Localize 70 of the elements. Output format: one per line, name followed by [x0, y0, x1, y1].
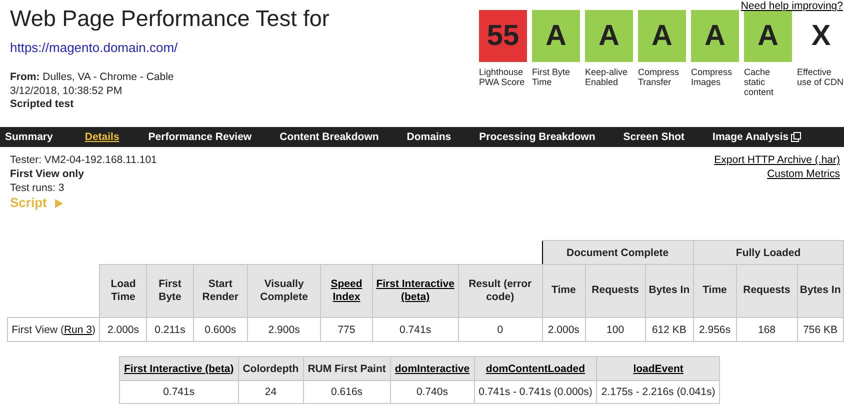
- runs-text: Test runs: 3: [10, 181, 66, 195]
- table-cell: 2.175s - 2.216s (0.041s): [596, 380, 720, 404]
- grade-badge: A: [691, 10, 739, 62]
- nav-tab[interactable]: Screen Shot: [623, 131, 685, 143]
- grade-label: Compress Images: [691, 67, 734, 87]
- row-label: First View (Run 3): [8, 318, 100, 342]
- grade-label: Lighthouse PWA Score: [479, 67, 526, 87]
- page-title: Web Page Performance Test for: [10, 5, 330, 33]
- grade-label: Effective use of CDN: [797, 67, 844, 87]
- grade-label: Cache static content: [744, 67, 775, 97]
- group-header: Document Complete: [542, 240, 694, 264]
- table-cell: 2.956s: [693, 318, 736, 342]
- table-cell: 24: [238, 380, 304, 404]
- test-date: 3/12/2018, 10:38:52 PM: [10, 84, 124, 98]
- nav-tab[interactable]: Summary: [5, 131, 53, 143]
- table-cell: 0.741s - 0.741s (0.000s): [474, 380, 597, 404]
- nav-tab[interactable]: Processing Breakdown: [479, 131, 596, 143]
- table-cell: 756 KB: [797, 318, 844, 342]
- table-cell: 0: [458, 318, 542, 342]
- grade-badge: 55: [479, 10, 527, 62]
- column-header: Requests: [736, 264, 798, 318]
- table-cell: 0.741s: [120, 380, 238, 404]
- grade-badge: A: [744, 10, 792, 62]
- column-header: Colordepth: [238, 356, 304, 380]
- table-cell: 0.741s: [372, 318, 458, 342]
- table-cell: 2.000s: [542, 318, 586, 342]
- column-header: Load Time: [100, 264, 147, 318]
- nav-tab[interactable]: Image Analysis: [712, 131, 801, 143]
- grade-label: Compress Transfer: [638, 67, 680, 87]
- nav-tab[interactable]: Content Breakdown: [280, 131, 379, 143]
- column-header: First Byte: [146, 264, 194, 318]
- table-cell: 0.740s: [390, 380, 474, 404]
- tester-text: Tester: VM2-04-192.168.11.101: [10, 153, 157, 167]
- table-cell: 0.211s: [146, 318, 194, 342]
- custom-metrics-link[interactable]: Custom Metrics: [767, 167, 840, 181]
- caret-icon: [54, 198, 63, 208]
- grade-label: First Byte Time: [532, 67, 572, 87]
- export-har-link[interactable]: Export HTTP Archive (.har): [714, 153, 840, 167]
- column-header: Start Render: [193, 264, 248, 318]
- column-header: Visually Complete: [248, 264, 320, 318]
- help-link[interactable]: Need help improving?: [740, 0, 843, 12]
- test-type: Scripted test: [10, 98, 75, 112]
- nav-tab[interactable]: Performance Review: [148, 131, 252, 143]
- url-link[interactable]: https://magento.domain.com/: [10, 40, 178, 55]
- table-cell: 2.000s: [100, 318, 147, 342]
- column-header: Time: [542, 264, 586, 318]
- external-link-icon: [790, 132, 801, 142]
- column-header: Time: [693, 264, 736, 318]
- view-text: First View only: [10, 167, 85, 181]
- nav-tab[interactable]: Domains: [406, 131, 452, 143]
- grade-label: Keep-alive Enabled: [585, 67, 629, 87]
- column-header: Requests: [585, 264, 646, 318]
- group-header: Fully Loaded: [693, 240, 844, 264]
- run-link[interactable]: Run 3: [64, 324, 92, 336]
- column-header: Result (error code): [458, 264, 542, 318]
- grade-badge: A: [585, 10, 633, 62]
- column-header: Bytes In: [797, 264, 844, 318]
- column-header: RUM First Paint: [303, 356, 390, 380]
- table-cell: 0.616s: [303, 380, 390, 404]
- table-cell: 775: [320, 318, 372, 342]
- table-cell: 612 KB: [645, 318, 694, 342]
- table-cell: 100: [585, 318, 646, 342]
- nav-tab[interactable]: Details: [84, 131, 120, 143]
- table-cell: 0.600s: [193, 318, 248, 342]
- column-header: Bytes In: [645, 264, 694, 318]
- test-location: From: Dulles, VA - Chrome - Cable: [10, 71, 175, 84]
- grade-badge: A: [532, 10, 580, 62]
- table-cell: 168: [736, 318, 798, 342]
- grade-badge: A: [638, 10, 686, 62]
- table-cell: 2.900s: [248, 318, 320, 342]
